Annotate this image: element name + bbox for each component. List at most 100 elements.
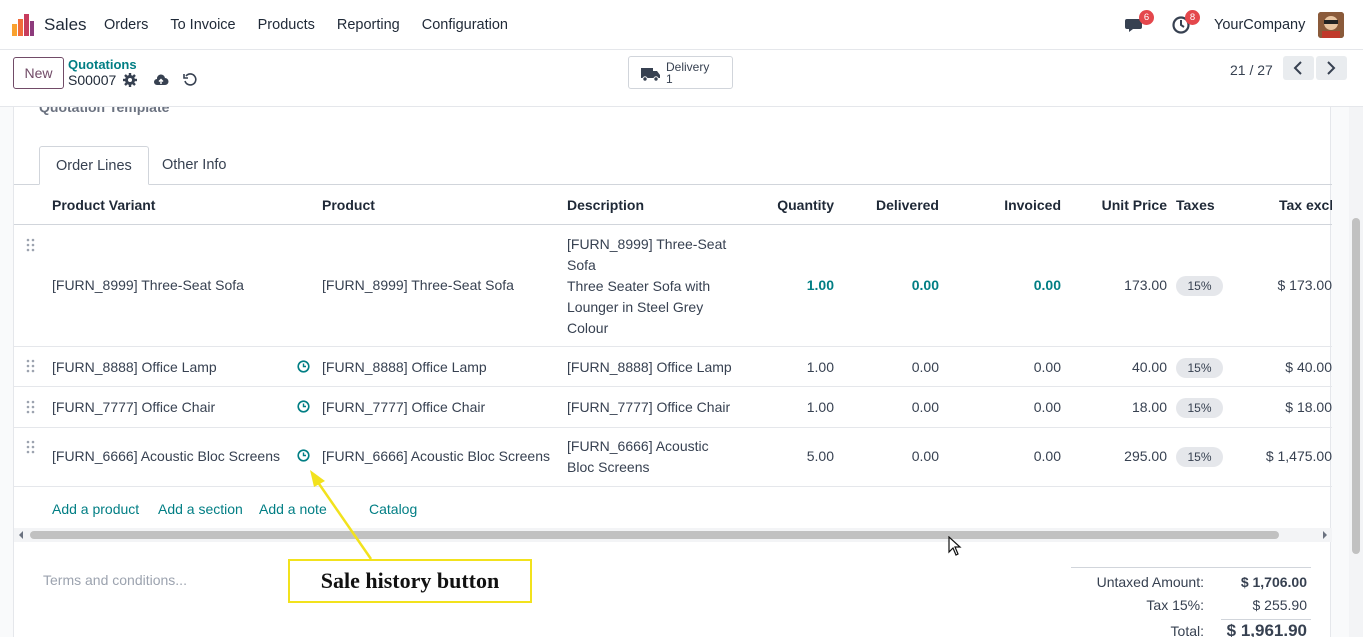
cell-product-variant[interactable]: [FURN_6666] Acoustic Bloc Screens xyxy=(52,448,280,464)
cell-product-variant[interactable]: [FURN_7777] Office Chair xyxy=(52,399,215,415)
vertical-scrollbar[interactable] xyxy=(1349,107,1363,637)
col-product-variant[interactable]: Product Variant xyxy=(52,185,155,225)
cell-product[interactable]: [FURN_6666] Acoustic Bloc Screens xyxy=(322,448,550,464)
cell-unit-price[interactable]: 295.00 xyxy=(1067,448,1167,464)
untaxed-amount-value: $ 1,706.00 xyxy=(1240,574,1307,590)
horizontal-scrollbar[interactable] xyxy=(14,528,1332,542)
col-product[interactable]: Product xyxy=(322,185,375,225)
cell-quantity[interactable]: 1.00 xyxy=(734,399,834,415)
cell-subtotal: $ 40.00 xyxy=(1285,359,1332,375)
chat-badge: 6 xyxy=(1139,10,1154,25)
tax-badge[interactable]: 15% xyxy=(1176,447,1223,467)
cell-product[interactable]: [FURN_8888] Office Lamp xyxy=(322,359,487,375)
drag-handle-icon[interactable] xyxy=(26,400,36,414)
cell-unit-price[interactable]: 18.00 xyxy=(1067,399,1167,415)
breadcrumb-quotations[interactable]: Quotations xyxy=(68,57,137,72)
sales-app-icon[interactable] xyxy=(12,14,34,36)
add-product-link[interactable]: Add a product xyxy=(52,501,139,517)
menu-configuration[interactable]: Configuration xyxy=(422,17,508,33)
cell-quantity[interactable]: 1.00 xyxy=(734,359,834,375)
tab-other-info[interactable]: Other Info xyxy=(146,146,242,185)
cloud-save-icon[interactable] xyxy=(153,72,169,88)
col-delivered[interactable]: Delivered xyxy=(839,185,939,225)
col-taxes[interactable]: Taxes xyxy=(1176,185,1215,225)
horizontal-scroll-thumb[interactable] xyxy=(30,531,1279,539)
form-sheet: Quotation Template Order Lines Other Inf… xyxy=(13,107,1332,637)
cell-delivered[interactable]: 0.00 xyxy=(839,399,939,415)
description-line: [FURN_8999] Three-Seat xyxy=(567,236,727,252)
sale-history-icon[interactable] xyxy=(297,400,310,413)
control-panel: New Quotations S00007 Delivery 1 21 / 27 xyxy=(0,50,1363,107)
smart-button-count: 1 xyxy=(666,72,673,86)
cell-invoiced[interactable]: 0.00 xyxy=(961,359,1061,375)
quotation-template-label: Quotation Template xyxy=(39,107,170,115)
cell-description[interactable]: [FURN_6666] Acoustic Bloc Screens xyxy=(567,436,709,478)
catalog-link[interactable]: Catalog xyxy=(369,501,417,517)
scroll-left-icon[interactable] xyxy=(18,531,24,539)
activity-button[interactable]: 8 xyxy=(1171,10,1200,35)
col-tax-excl[interactable]: Tax excl. xyxy=(1279,185,1332,225)
vertical-scroll-thumb[interactable] xyxy=(1352,218,1360,554)
user-avatar[interactable] xyxy=(1318,12,1344,38)
col-description[interactable]: Description xyxy=(567,185,644,225)
cell-unit-price[interactable]: 173.00 xyxy=(1067,277,1167,293)
cell-subtotal: $ 173.00 xyxy=(1277,277,1333,293)
table-row[interactable]: [FURN_8999] Three-Seat Sofa [FURN_8999] … xyxy=(14,225,1332,347)
cell-invoiced[interactable]: 0.00 xyxy=(961,399,1061,415)
menu-products[interactable]: Products xyxy=(258,17,315,33)
add-line-controls: Add a product Add a section Add a note C… xyxy=(14,489,1332,529)
notebook-tabs: Order Lines Other Info xyxy=(14,146,1332,185)
table-row[interactable]: [FURN_7777] Office Chair [FURN_7777] Off… xyxy=(14,387,1332,428)
sale-history-icon[interactable] xyxy=(297,449,310,462)
table-row[interactable]: [FURN_8888] Office Lamp [FURN_8888] Offi… xyxy=(14,347,1332,387)
add-note-link[interactable]: Add a note xyxy=(259,501,327,517)
terms-and-conditions-field[interactable]: Terms and conditions... xyxy=(43,572,187,588)
drag-handle-icon[interactable] xyxy=(26,440,36,454)
description-line: Colour xyxy=(567,320,609,336)
menu-reporting[interactable]: Reporting xyxy=(337,17,400,33)
pager-previous-button[interactable] xyxy=(1283,56,1314,80)
gear-icon[interactable] xyxy=(122,72,138,88)
delivery-smart-button[interactable]: Delivery 1 xyxy=(628,56,733,89)
col-unit-price[interactable]: Unit Price xyxy=(1067,185,1167,225)
cell-quantity[interactable]: 1.00 xyxy=(734,277,834,293)
cell-product-variant[interactable]: [FURN_8888] Office Lamp xyxy=(52,359,217,375)
menu-to-invoice[interactable]: To Invoice xyxy=(170,17,235,33)
cell-invoiced[interactable]: 0.00 xyxy=(961,448,1061,464)
drag-handle-icon[interactable] xyxy=(26,238,36,252)
sale-history-icon[interactable] xyxy=(297,360,310,373)
drag-handle-icon[interactable] xyxy=(26,359,36,373)
tax-badge[interactable]: 15% xyxy=(1176,276,1223,296)
col-invoiced[interactable]: Invoiced xyxy=(961,185,1061,225)
chevron-right-icon xyxy=(1327,61,1336,75)
app-name[interactable]: Sales xyxy=(44,15,87,35)
cell-unit-price[interactable]: 40.00 xyxy=(1067,359,1167,375)
pager-next-button[interactable] xyxy=(1316,56,1347,80)
pager-value[interactable]: 21 / 27 xyxy=(1230,62,1273,78)
cell-description[interactable]: [FURN_7777] Office Chair xyxy=(567,399,730,415)
new-button[interactable]: New xyxy=(13,57,64,89)
scroll-right-icon[interactable] xyxy=(1322,531,1328,539)
table-row[interactable]: [FURN_6666] Acoustic Bloc Screens [FURN_… xyxy=(14,428,1332,487)
company-switcher[interactable]: YourCompany xyxy=(1214,17,1305,33)
tab-order-lines[interactable]: Order Lines xyxy=(39,146,149,185)
menu-orders[interactable]: Orders xyxy=(104,17,148,33)
avatar-image xyxy=(1318,12,1344,38)
cell-description[interactable]: [FURN_8888] Office Lamp xyxy=(567,359,732,375)
discard-icon[interactable] xyxy=(182,72,198,88)
tax-badge[interactable]: 15% xyxy=(1176,358,1223,378)
cell-invoiced[interactable]: 0.00 xyxy=(961,277,1061,293)
add-section-link[interactable]: Add a section xyxy=(158,501,243,517)
cell-quantity[interactable]: 5.00 xyxy=(734,448,834,464)
cell-delivered[interactable]: 0.00 xyxy=(839,448,939,464)
cell-delivered[interactable]: 0.00 xyxy=(839,359,939,375)
cell-description[interactable]: [FURN_8999] Three-Seat Sofa Three Seater… xyxy=(567,234,726,339)
chat-button[interactable]: 6 xyxy=(1125,10,1154,35)
col-quantity[interactable]: Quantity xyxy=(734,185,834,225)
main-menu: Orders To Invoice Products Reporting Con… xyxy=(104,17,530,33)
cell-product[interactable]: [FURN_8999] Three-Seat Sofa xyxy=(322,277,514,293)
cell-product-variant[interactable]: [FURN_8999] Three-Seat Sofa xyxy=(52,277,244,293)
cell-delivered[interactable]: 0.00 xyxy=(839,277,939,293)
tax-badge[interactable]: 15% xyxy=(1176,398,1223,418)
cell-product[interactable]: [FURN_7777] Office Chair xyxy=(322,399,485,415)
